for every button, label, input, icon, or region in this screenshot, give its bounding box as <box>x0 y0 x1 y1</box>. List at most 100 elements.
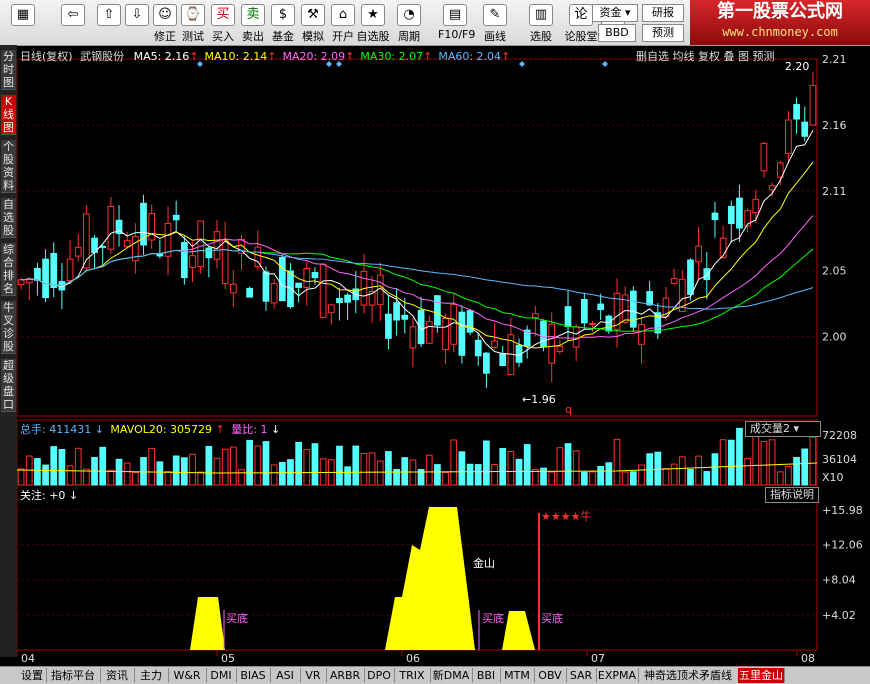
chart-right-menu[interactable]: 删自选 均线 复权 叠 图 预测 <box>636 48 774 64</box>
bottom-tab-12[interactable]: 新DMA <box>430 668 473 683</box>
sidebar-tab-3[interactable]: 自选股 <box>1 198 16 238</box>
volume-bar <box>278 462 286 486</box>
volume-indicator-dropdown[interactable]: 成交量2 ▾ <box>745 421 821 437</box>
candle-body <box>540 320 547 348</box>
bottom-tab-18[interactable]: 神奇选顶术矛盾线 <box>638 668 739 683</box>
volume-axis-label: X10 <box>822 471 844 484</box>
volume-bar <box>458 451 466 486</box>
toolbar-pick-button[interactable]: ▥ 选股 <box>524 2 558 43</box>
bottom-tab-3[interactable]: 主力 <box>134 668 169 683</box>
bbd-button[interactable]: BBD <box>598 24 636 42</box>
volume-bar <box>523 444 531 486</box>
bottom-tab-7[interactable]: ASI <box>270 668 301 683</box>
candle-body <box>336 297 343 304</box>
candle-body <box>270 283 278 304</box>
volume-bar <box>254 445 262 486</box>
sidebar-tab-0[interactable]: 分时图 <box>1 50 16 90</box>
event-diamond-icon <box>602 61 608 67</box>
toolbar-back-button[interactable]: ⇦ <box>56 2 90 43</box>
candle-body <box>752 198 760 214</box>
candle-body <box>278 256 286 302</box>
volume-bar <box>695 455 702 486</box>
indicator-infobar: 关注: +0 ↓ <box>20 489 79 502</box>
volume-bar <box>385 451 392 486</box>
q-marker: q <box>565 403 572 416</box>
site-banner: 第一股票公式网 www.chnmoney.com <box>690 0 870 45</box>
volume-bar <box>99 446 107 486</box>
toolbar-open-button[interactable]: ⌂ 开户 <box>326 2 360 43</box>
candle-body <box>197 220 205 268</box>
bottom-tab-9[interactable]: ARBR <box>326 668 365 683</box>
x-axis-label: 08 <box>801 652 815 665</box>
candle-body <box>703 268 711 281</box>
volume-bar <box>768 439 776 486</box>
toolbar-buy-button[interactable]: 买买入 <box>206 2 240 43</box>
sidebar-tab-4[interactable]: 综合排名 <box>1 243 16 296</box>
report-button[interactable]: 研报 <box>642 4 684 22</box>
forum-label: 论股堂 <box>564 30 598 43</box>
volume-bar <box>752 430 760 486</box>
bottom-tab-0[interactable]: 设置 <box>18 668 47 683</box>
candle-body <box>556 345 564 352</box>
volume-bar <box>572 450 580 486</box>
sim-label: 模拟 <box>302 30 324 43</box>
bottom-tab-2[interactable]: 资讯 <box>100 668 135 683</box>
bottom-tab-10[interactable]: DPO <box>364 668 395 683</box>
sidebar-tab-2[interactable]: 个股资料 <box>1 140 16 193</box>
main-infobar: 日线(复权) 武钢股份 MA5: 2.16↑ MA10: 2.14↑ MA20: 2… <box>20 48 510 64</box>
buy-area-2 <box>502 611 535 650</box>
bottom-tab-14[interactable]: MTM <box>500 668 535 683</box>
toolbar-test-button[interactable]: ⌚ 测试 <box>176 2 210 43</box>
volume-bar <box>132 472 139 486</box>
candle-body <box>646 291 654 306</box>
bottom-tab-1[interactable]: 指标平台 <box>46 668 101 683</box>
bottom-tab-17[interactable]: EXPMA <box>596 668 639 683</box>
bottom-tab-19[interactable]: 五里金山 <box>738 668 785 683</box>
toolbar-fund-button[interactable]: $ 基金 <box>266 2 300 43</box>
toolbar-watch-button[interactable]: ★ 自选股 <box>356 2 390 43</box>
candle-body <box>401 314 409 320</box>
banner-title: 第一股票公式网 <box>717 1 843 22</box>
kline-chart[interactable]: 2.21 2.16 2.11 2.05 2.00 2.20 ←1.96 q 72208 36104… <box>17 45 870 666</box>
bottom-tab-6[interactable]: BIAS <box>236 668 271 683</box>
x-axis-label: 06 <box>406 652 420 665</box>
toolbar-period-button[interactable]: ◔ 周期 <box>392 2 426 43</box>
sidebar-tab-1[interactable]: K线图 <box>1 95 16 135</box>
volume-bar <box>564 443 572 486</box>
bottom-tab-16[interactable]: SAR <box>566 668 597 683</box>
candle-body <box>34 267 41 281</box>
ma30-line <box>21 248 814 332</box>
bottom-tab-11[interactable]: TRIX <box>394 668 431 683</box>
up-arrow-icon: ↑ <box>423 50 433 63</box>
bottom-tab-13[interactable]: BBI <box>472 668 501 683</box>
forecast-button[interactable]: 预测 <box>642 24 684 42</box>
toolbar-sim-button[interactable]: ⚒ 模拟 <box>296 2 330 43</box>
candle-body <box>687 259 694 295</box>
volume-infobar: 总手: 411431 ↓ MAVOL20: 305729 ↑ 量比: 1 ↓ <box>20 423 281 436</box>
candle-body <box>785 119 792 154</box>
volume-bar <box>115 458 123 486</box>
sidebar-tab-5[interactable]: 牛叉诊股 <box>1 301 16 354</box>
candle-body <box>629 290 637 328</box>
candle-body <box>589 322 596 325</box>
volume-total: 总手: 411431 <box>20 423 92 436</box>
bottom-tab-15[interactable]: OBV <box>534 668 567 683</box>
bottom-tab-4[interactable]: W&R <box>168 668 207 683</box>
indicator-explain-button[interactable]: 指标说明 <box>765 487 819 503</box>
bottom-tab-5[interactable]: DMI <box>206 668 237 683</box>
sidebar-tab-6[interactable]: 超级盘口 <box>1 359 16 412</box>
fund-select-dropdown[interactable]: 资金 ▾ <box>592 4 638 22</box>
ma-value-1: MA10: 2.14 <box>204 50 268 63</box>
x-axis-label: 07 <box>591 652 605 665</box>
toolbar-home-button[interactable]: ▦ <box>6 2 40 43</box>
sell-icon: 卖 <box>241 4 265 26</box>
candle-body <box>548 323 556 364</box>
toolbar-sell-button[interactable]: 卖卖出 <box>236 2 270 43</box>
toolbar-f10-button[interactable]: ▤ F10/F9 <box>438 2 475 43</box>
volume-bar <box>483 440 490 486</box>
ma5-line <box>21 130 814 356</box>
toolbar-draw-button[interactable]: ✎ 画线 <box>478 2 512 43</box>
ma-value-0: MA5: 2.16 <box>133 50 190 63</box>
bottom-tab-8[interactable]: VR <box>300 668 327 683</box>
candle-body <box>719 237 727 258</box>
